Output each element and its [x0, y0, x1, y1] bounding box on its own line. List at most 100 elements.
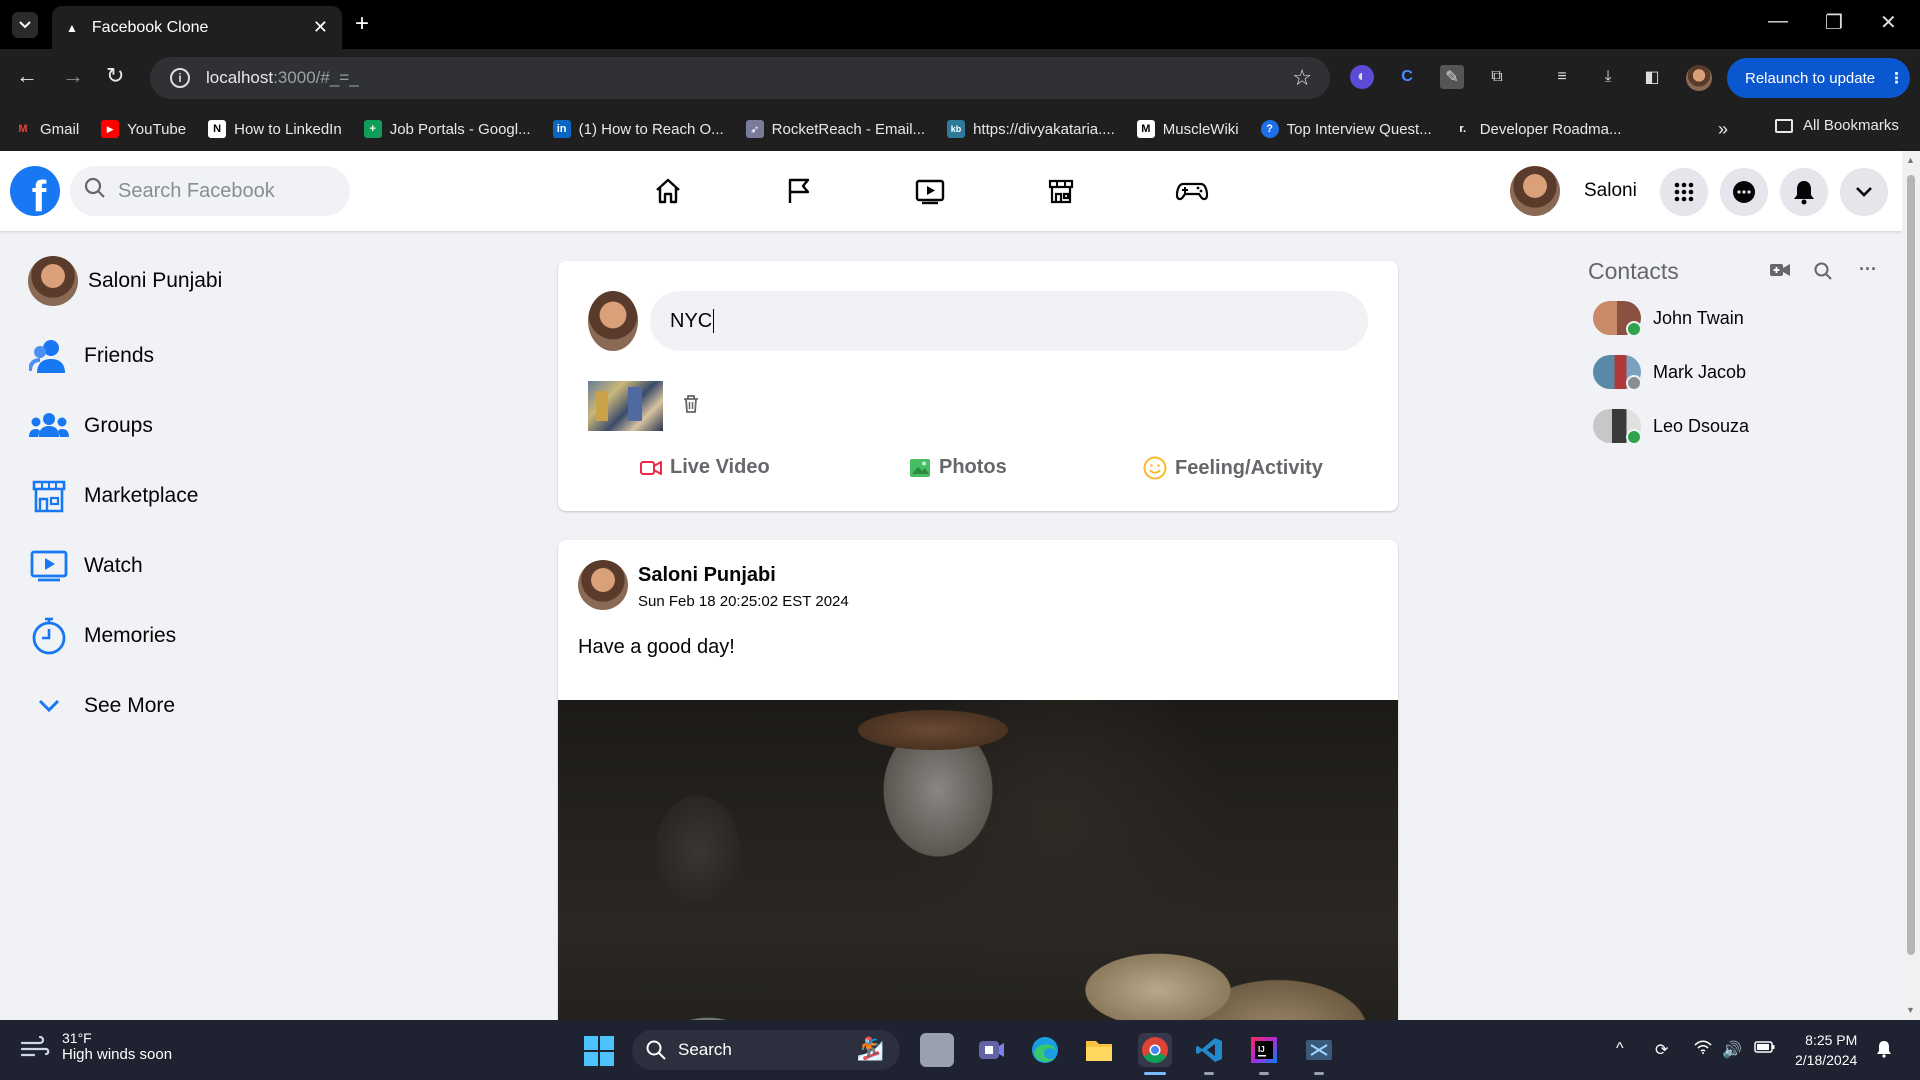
side-panel-icon[interactable]: ◧ [1640, 65, 1664, 89]
post-input[interactable]: NYC [650, 291, 1368, 351]
bookmark-rocketreach[interactable]: ➶ RocketReach - Email... [745, 120, 925, 138]
chrome-icon[interactable] [1138, 1033, 1172, 1067]
system-clock[interactable]: 8:25 PM 2/18/2024 [1795, 1030, 1857, 1070]
wifi-icon[interactable] [1694, 1040, 1712, 1059]
new-tab-button[interactable]: + [355, 10, 369, 38]
reload-icon[interactable]: ↻ [106, 63, 124, 89]
sidebar-item-watch[interactable]: Watch [28, 545, 143, 587]
contact-item[interactable]: John Twain [1593, 301, 1744, 337]
bookmark-how-to-linkedin[interactable]: N How to LinkedIn [208, 120, 342, 138]
sidebar-item-friends[interactable]: Friends [28, 335, 154, 377]
sidebar-item-groups[interactable]: Groups [28, 405, 153, 447]
bookmark-top-interview[interactable]: ? Top Interview Quest... [1260, 120, 1432, 138]
account-menu-button[interactable] [1840, 168, 1888, 216]
home-icon[interactable] [650, 173, 686, 209]
bookmark-youtube[interactable]: ▶ YouTube [101, 120, 186, 138]
snipping-tool-icon[interactable] [1302, 1033, 1336, 1067]
intellij-icon[interactable]: IJ [1247, 1033, 1281, 1067]
active-app-indicator [1144, 1072, 1166, 1075]
file-explorer-icon[interactable] [1082, 1033, 1116, 1067]
menu-grid-button[interactable] [1660, 168, 1708, 216]
vscode-icon[interactable] [1192, 1033, 1226, 1067]
post-composer: NYC Live Video Photos Feeling/Activity [558, 261, 1398, 511]
extension-vpn-icon[interactable]: ◐ [1350, 65, 1374, 89]
sidebar-item-memories[interactable]: Memories [28, 615, 176, 657]
post-card: Saloni Punjabi Sun Feb 18 20:25:02 EST 2… [558, 540, 1398, 1080]
forward-icon[interactable]: → [62, 63, 84, 89]
notifications-button[interactable] [1780, 168, 1828, 216]
scroll-up-icon[interactable]: ▲ [1906, 155, 1915, 165]
avatar[interactable] [578, 560, 628, 610]
notion-icon: N [208, 120, 227, 138]
notifications-bell-icon[interactable] [1876, 1040, 1892, 1063]
browser-toolbar: ← → ↻ i localhost:3000/#_=_ ☆ ◐ C ✎ ⧉ ≡ … [0, 49, 1920, 107]
site-info-icon[interactable]: i [170, 68, 190, 88]
header-profile[interactable]: Saloni [1510, 166, 1637, 216]
contact-item[interactable]: Mark Jacob [1593, 355, 1746, 391]
tab-search-button[interactable] [12, 12, 38, 38]
search-icon [646, 1040, 666, 1060]
browser-profile-avatar[interactable] [1686, 65, 1712, 91]
taskbar-search[interactable]: Search 🏂 [632, 1030, 900, 1070]
pages-flag-icon[interactable] [781, 173, 817, 209]
teams-icon[interactable] [974, 1033, 1008, 1067]
scrollbar-thumb[interactable] [1907, 175, 1915, 955]
media-control-icon[interactable]: ≡ [1550, 65, 1574, 89]
bookmark-developer-roadmap[interactable]: r. Developer Roadma... [1454, 120, 1621, 138]
bookmark-gmail[interactable]: M Gmail [14, 120, 79, 138]
search-input[interactable] [118, 179, 318, 203]
bookmark-label: Gmail [40, 120, 80, 138]
back-icon[interactable]: ← [16, 63, 38, 89]
relaunch-button[interactable]: Relaunch to update ⋮ [1727, 58, 1910, 98]
extensions-puzzle-icon[interactable]: ⧉ [1485, 65, 1509, 89]
more-bookmarks-icon[interactable]: » [1718, 119, 1728, 140]
close-window-icon[interactable]: ✕ [1880, 10, 1897, 35]
edge-icon[interactable] [1028, 1033, 1062, 1067]
all-bookmarks-button[interactable]: All Bookmarks [1775, 117, 1899, 134]
browser-tab[interactable]: ▲ Facebook Clone ✕ [52, 6, 342, 49]
bookmark-job-portals[interactable]: + Job Portals - Googl... [363, 120, 531, 138]
more-menu-icon[interactable]: ⋮ [1889, 69, 1904, 87]
extension-scissor-icon[interactable]: ✎ [1440, 65, 1464, 89]
address-bar[interactable]: i localhost:3000/#_=_ ☆ [150, 57, 1330, 99]
bookmark-divyakataria[interactable]: kb https://divyakataria.... [947, 120, 1115, 138]
sidebar-item-marketplace[interactable]: Marketplace [28, 475, 198, 517]
photos-button[interactable]: Photos [909, 456, 1007, 479]
sidebar-item-see-more[interactable]: See More [28, 685, 175, 727]
battery-icon[interactable] [1754, 1040, 1776, 1059]
marketplace-nav-icon[interactable] [1043, 173, 1079, 209]
show-hidden-icons-icon[interactable]: ^ [1616, 1040, 1624, 1058]
feeling-activity-button[interactable]: Feeling/Activity [1143, 456, 1323, 480]
online-status-dot [1626, 429, 1642, 445]
volume-icon[interactable]: 🔊 [1722, 1040, 1742, 1060]
watch-nav-icon[interactable] [912, 173, 948, 209]
weather-widget[interactable]: 31°F High winds soon [20, 1030, 172, 1063]
windows-start-icon[interactable] [584, 1036, 614, 1066]
online-status-dot [1626, 321, 1642, 337]
extension-c-icon[interactable]: C [1395, 65, 1419, 89]
trash-icon[interactable] [682, 394, 700, 419]
bookmark-how-to-reach[interactable]: in (1) How to Reach O... [552, 120, 724, 138]
facebook-logo[interactable]: f [10, 166, 60, 216]
gaming-controller-icon[interactable] [1174, 173, 1210, 209]
restore-icon[interactable]: ❐ [1825, 10, 1843, 35]
scroll-down-icon[interactable]: ▼ [1906, 1005, 1915, 1015]
contact-item[interactable]: Leo Dsouza [1593, 409, 1749, 445]
clock-time: 8:25 PM [1805, 1032, 1858, 1048]
messenger-button[interactable] [1720, 168, 1768, 216]
page-scrollbar[interactable]: ▲ ▼ [1902, 151, 1920, 1020]
live-video-button[interactable]: Live Video [640, 456, 770, 479]
download-icon[interactable]: ⤓ [1596, 65, 1620, 89]
task-view-icon[interactable] [920, 1033, 954, 1067]
sync-icon[interactable]: ⟳ [1655, 1040, 1668, 1060]
video-call-icon[interactable] [1769, 262, 1791, 283]
sidebar-item-profile[interactable]: Saloni Punjabi [28, 256, 222, 306]
post-author[interactable]: Saloni Punjabi [638, 564, 776, 587]
close-tab-icon[interactable]: ✕ [313, 17, 328, 38]
bookmark-musclewiki[interactable]: M MuscleWiki [1136, 120, 1239, 138]
search-box[interactable] [70, 166, 350, 216]
search-contacts-icon[interactable] [1814, 262, 1832, 285]
more-options-icon[interactable]: ··· [1859, 259, 1877, 280]
bookmark-star-icon[interactable]: ☆ [1292, 65, 1312, 91]
minimize-icon[interactable]: — [1768, 10, 1788, 33]
